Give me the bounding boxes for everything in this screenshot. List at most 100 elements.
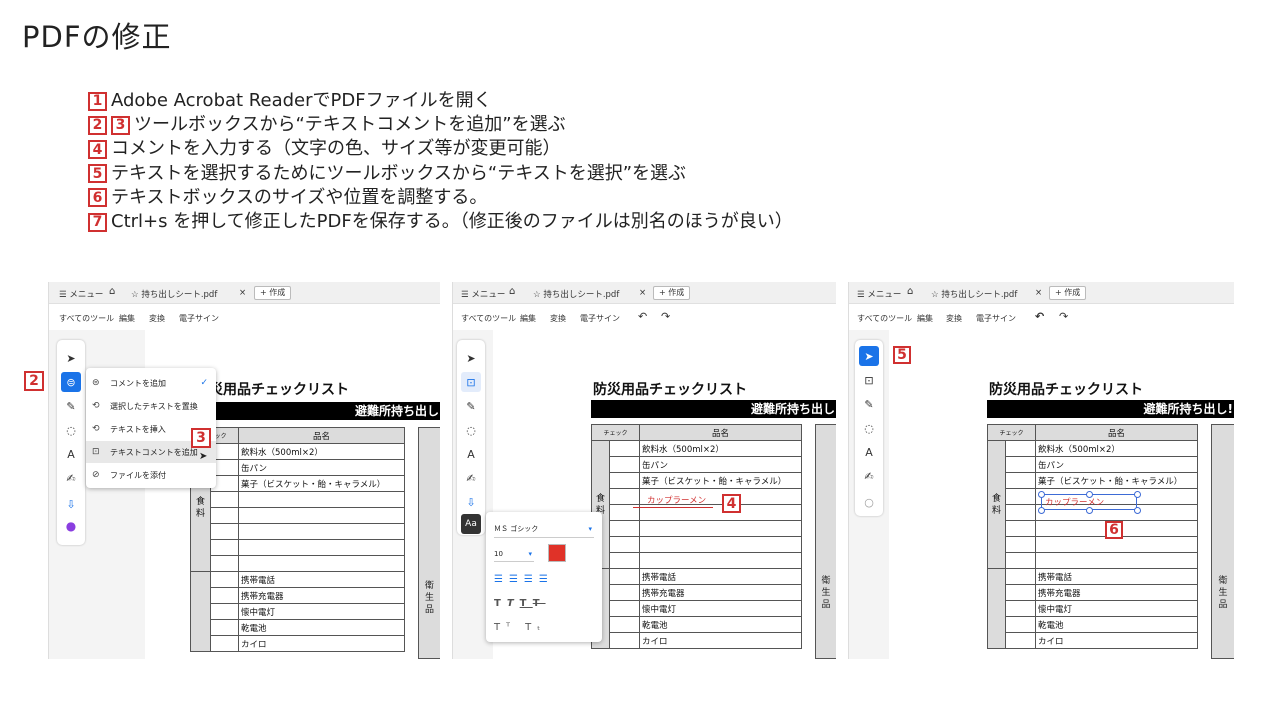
redo-icon[interactable]: ↷ (1059, 310, 1068, 323)
check-cell[interactable] (608, 536, 641, 553)
check-cell[interactable] (608, 552, 641, 569)
check-cell[interactable] (1004, 456, 1037, 473)
text-box-tool-icon[interactable]: A (461, 444, 481, 464)
comment-text[interactable]: カップラーメン (647, 494, 706, 506)
check-cell[interactable] (209, 587, 240, 604)
pin-icon[interactable]: ⇩ (461, 492, 481, 512)
resize-handle[interactable] (1038, 507, 1045, 514)
menu-button[interactable]: ☰ メニュー (461, 288, 505, 300)
check-cell[interactable] (209, 635, 240, 652)
style-buttons[interactable]: TTTT (494, 598, 546, 609)
check-cell[interactable] (608, 456, 641, 473)
comment-tool-icon[interactable]: ⊜ (61, 372, 81, 392)
script-buttons[interactable]: Tᵀ Tₜ (494, 622, 546, 633)
pin-icon[interactable]: ⇩ (61, 494, 81, 514)
check-cell[interactable] (1004, 520, 1037, 537)
color-dot-icon[interactable]: ● (61, 516, 81, 536)
font-select[interactable]: ＭＳ ゴシック ▾ (494, 520, 594, 538)
check-cell[interactable] (608, 632, 641, 649)
text-color-swatch[interactable] (548, 544, 566, 562)
close-tab-icon[interactable]: × (639, 288, 646, 298)
sign-tool-icon[interactable]: ✍ (859, 466, 879, 486)
font-size-select[interactable]: 10 ▾ (494, 546, 534, 562)
text-box-tool-icon[interactable]: A (859, 442, 879, 462)
check-cell[interactable] (209, 523, 240, 540)
menu-item-replace-text[interactable]: ⟲ 選択したテキストを置換 (86, 395, 216, 417)
pen-tool-icon[interactable]: ✎ (61, 396, 81, 416)
check-cell[interactable] (1004, 552, 1037, 569)
lasso-tool-icon[interactable]: ◌ (859, 418, 879, 438)
check-cell[interactable] (1004, 568, 1037, 585)
toolbar-esign[interactable]: 電子サイン (179, 313, 219, 324)
toolbar-esign[interactable]: 電子サイン (580, 313, 620, 324)
check-cell[interactable] (1004, 488, 1037, 505)
toolbar-esign[interactable]: 電子サイン (976, 313, 1016, 324)
check-cell[interactable] (1004, 440, 1037, 457)
check-cell[interactable] (209, 619, 240, 636)
text-box-tool-icon[interactable]: A (61, 444, 81, 464)
home-icon[interactable]: ⌂ (509, 286, 515, 297)
text-format-icon[interactable]: Aa (461, 514, 481, 534)
resize-handle[interactable] (1134, 491, 1141, 498)
menu-item-attach-file[interactable]: ⊘ ファイルを添付 (86, 464, 216, 486)
close-tab-icon[interactable]: × (239, 288, 246, 298)
menu-item-add-comment[interactable]: ⊜ コメントを追加 ✓ (86, 372, 216, 394)
toolbar-all-tools[interactable]: すべてのツール (857, 313, 912, 324)
check-cell[interactable] (1004, 632, 1037, 649)
redo-icon[interactable]: ↷ (661, 310, 670, 323)
check-cell[interactable] (209, 603, 240, 620)
close-tab-icon[interactable]: × (1035, 288, 1042, 298)
check-cell[interactable] (608, 440, 641, 457)
check-cell[interactable] (608, 616, 641, 633)
undo-icon[interactable]: ↶ (1035, 310, 1044, 323)
check-cell[interactable] (209, 491, 240, 508)
toolbar-all-tools[interactable]: すべてのツール (461, 313, 516, 324)
create-button[interactable]: + 作成 (1049, 286, 1087, 300)
select-tool-icon[interactable]: ➤ (859, 346, 879, 366)
home-icon[interactable]: ⌂ (109, 286, 115, 297)
select-tool-icon[interactable]: ➤ (461, 348, 481, 368)
toolbar-convert[interactable]: 変換 (149, 313, 165, 324)
check-cell[interactable] (1004, 472, 1037, 489)
create-button[interactable]: + 作成 (254, 286, 292, 300)
toolbar-edit[interactable]: 編集 (119, 313, 135, 324)
check-cell[interactable] (1004, 536, 1037, 553)
document-tab[interactable]: ☆ 持ち出しシート.pdf (533, 288, 619, 300)
align-buttons[interactable]: ☰☰☰☰ (494, 574, 554, 585)
menu-button[interactable]: ☰ メニュー (59, 288, 103, 300)
document-tab[interactable]: ☆ 持ち出しシート.pdf (131, 288, 217, 300)
resize-handle[interactable] (1086, 507, 1093, 514)
check-cell[interactable] (209, 539, 240, 556)
select-tool-icon[interactable]: ➤ (61, 348, 81, 368)
check-cell[interactable] (608, 584, 641, 601)
check-cell[interactable] (209, 555, 240, 572)
create-button[interactable]: + 作成 (653, 286, 691, 300)
sign-tool-icon[interactable]: ✍ (61, 468, 81, 488)
check-cell[interactable] (608, 472, 641, 489)
toolbar-edit[interactable]: 編集 (520, 313, 536, 324)
pen-tool-icon[interactable]: ✎ (859, 394, 879, 414)
resize-handle[interactable] (1134, 507, 1141, 514)
text-comment-tool-icon[interactable]: ⊡ (859, 370, 879, 390)
check-cell[interactable] (1004, 504, 1037, 521)
pen-tool-icon[interactable]: ✎ (461, 396, 481, 416)
check-cell[interactable] (1004, 616, 1037, 633)
toolbar-edit[interactable]: 編集 (917, 313, 933, 324)
check-cell[interactable] (608, 488, 641, 505)
check-cell[interactable] (608, 568, 641, 585)
lasso-tool-icon[interactable]: ◌ (61, 420, 81, 440)
home-icon[interactable]: ⌂ (907, 286, 913, 297)
resize-handle[interactable] (1086, 491, 1093, 498)
document-tab[interactable]: ☆ 持ち出しシート.pdf (931, 288, 1017, 300)
sign-tool-icon[interactable]: ✍ (461, 468, 481, 488)
check-cell[interactable] (1004, 600, 1037, 617)
check-cell[interactable] (209, 571, 240, 588)
lasso-tool-icon[interactable]: ◌ (461, 420, 481, 440)
resize-handle[interactable] (1038, 491, 1045, 498)
circle-icon[interactable]: ○ (859, 492, 879, 512)
check-cell[interactable] (209, 507, 240, 524)
toolbar-convert[interactable]: 変換 (550, 313, 566, 324)
menu-button[interactable]: ☰ メニュー (857, 288, 901, 300)
check-cell[interactable] (608, 520, 641, 537)
undo-icon[interactable]: ↶ (638, 310, 647, 323)
